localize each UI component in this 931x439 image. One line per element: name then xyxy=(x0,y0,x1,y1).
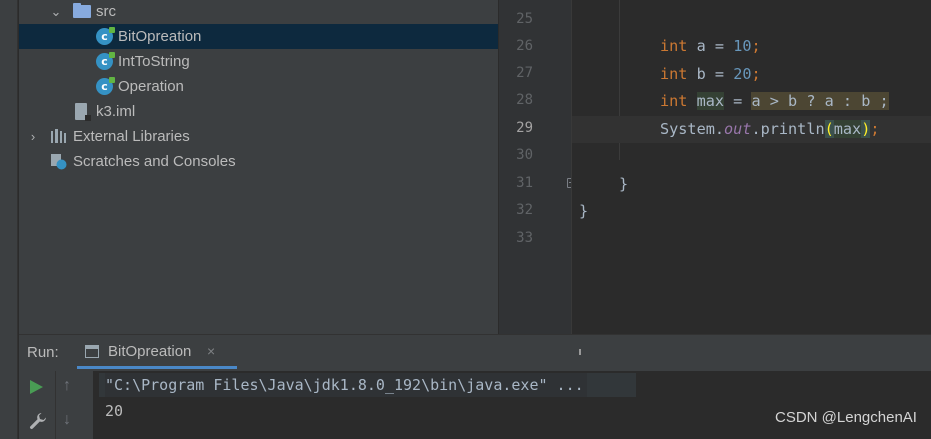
library-icon xyxy=(51,129,66,143)
tree-item-operation[interactable]: c Operation xyxy=(19,74,498,99)
module-file-icon xyxy=(75,103,91,121)
tree-item-label: src xyxy=(96,3,116,20)
header-separator xyxy=(579,349,581,355)
run-tab-bitopreation[interactable]: BitOpreation × xyxy=(77,337,237,369)
code-line-28: int max = a > b ? a : b ; xyxy=(660,92,889,110)
chevron-right-icon[interactable]: › xyxy=(26,124,40,149)
tree-item-k3-iml[interactable]: k3.iml xyxy=(19,99,498,124)
tree-item-inttostring[interactable]: c IntToString xyxy=(19,49,498,74)
java-class-icon: c xyxy=(96,77,115,95)
tree-item-label: External Libraries xyxy=(73,128,190,145)
tree-item-label: Scratches and Consoles xyxy=(73,153,236,170)
simplify-warning-highlight: a > b ? a : b ; xyxy=(751,92,889,110)
tree-item-label: BitOpreation xyxy=(118,28,202,45)
code-line-26: int a = 10; xyxy=(660,37,761,55)
scratches-icon xyxy=(51,154,67,170)
code-line-32: } xyxy=(579,202,589,220)
arrow-down-icon[interactable]: ↓ xyxy=(63,411,71,429)
code-editor[interactable]: int a = 10; int b = 20; int max = a > b … xyxy=(571,0,931,334)
line-number-current: 29 xyxy=(516,120,533,136)
line-number: 30 xyxy=(516,147,533,163)
chevron-down-icon[interactable]: ⌄ xyxy=(49,0,63,24)
tree-item-scratches[interactable]: Scratches and Consoles xyxy=(19,149,498,174)
tree-item-bitopreation[interactable]: c BitOpreation xyxy=(19,24,498,49)
tree-item-external-libraries[interactable]: › External Libraries xyxy=(19,124,498,149)
java-class-icon: c xyxy=(96,27,115,45)
console-output-area[interactable]: "C:\Program Files\Java\jdk1.8.0_192\bin\… xyxy=(93,371,931,439)
console-command-line: "C:\Program Files\Java\jdk1.8.0_192\bin\… xyxy=(105,373,587,397)
variable-max-highlight: max xyxy=(696,92,725,110)
line-number-gutter[interactable]: 25 26 27 28 29 30 31 32 33 xyxy=(498,0,576,334)
code-line-29: System.out.println(max); xyxy=(572,116,931,143)
arrow-up-icon[interactable]: ↑ xyxy=(63,377,71,395)
run-panel-title: Run: xyxy=(27,344,59,361)
watermark: CSDN @LengchenAI xyxy=(775,409,917,426)
line-number: 28 xyxy=(516,92,533,108)
line-number: 31 xyxy=(516,175,533,191)
project-tree: ⌄ src c BitOpreation c IntToString c Ope… xyxy=(19,0,498,334)
console-output-line: 20 xyxy=(105,402,124,420)
tree-item-src[interactable]: ⌄ src xyxy=(19,0,498,24)
toolbar-divider xyxy=(55,371,56,439)
play-icon[interactable] xyxy=(30,380,43,394)
run-tool-window-header: Run: BitOpreation × xyxy=(19,334,931,371)
line-number: 33 xyxy=(516,230,533,246)
java-class-icon: c xyxy=(96,52,115,70)
code-line-31: } xyxy=(619,175,629,193)
code-line-27: int b = 20; xyxy=(660,65,761,83)
run-toolbar: ↑ ↓ xyxy=(19,371,93,439)
console-icon xyxy=(85,345,99,358)
close-icon[interactable]: × xyxy=(207,343,215,359)
line-number: 32 xyxy=(516,202,533,218)
line-number: 27 xyxy=(516,65,533,81)
tree-item-label: k3.iml xyxy=(96,103,136,120)
line-number: 25 xyxy=(516,11,533,27)
tree-item-label: Operation xyxy=(118,78,184,95)
wrench-icon[interactable] xyxy=(28,411,48,431)
line-number: 26 xyxy=(516,38,533,54)
run-tab-label: BitOpreation xyxy=(108,343,192,360)
folder-icon xyxy=(73,3,91,18)
tree-item-label: IntToString xyxy=(118,53,190,70)
tool-window-strip xyxy=(0,0,18,439)
